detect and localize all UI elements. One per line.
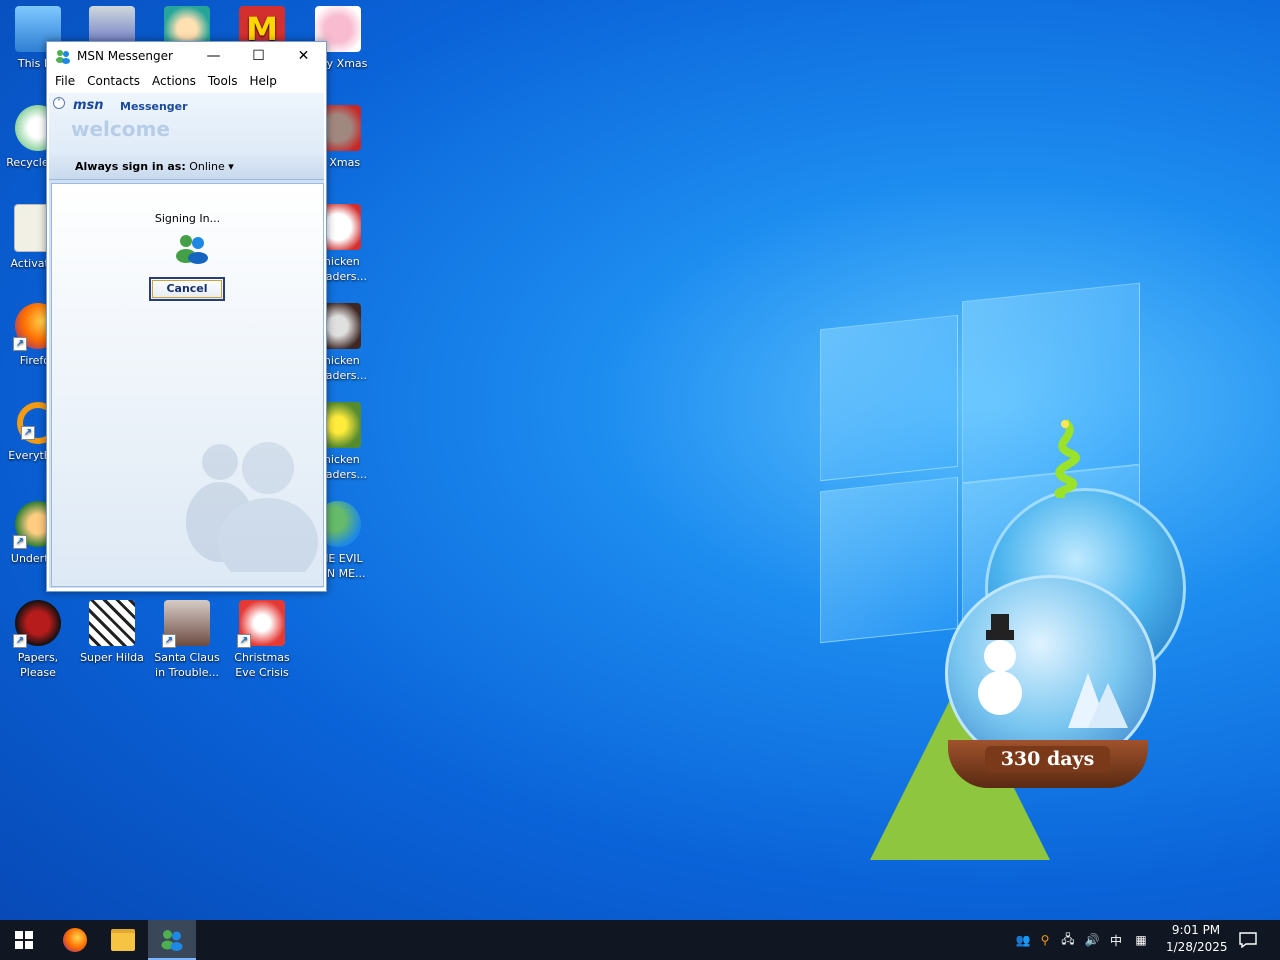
taskbar-msn-messenger[interactable]: [148, 920, 196, 960]
folder-icon: [111, 929, 135, 951]
menu-bar: File Contacts Actions Tools Help: [47, 70, 326, 92]
maximize-button[interactable]: ☐: [236, 42, 281, 70]
windows-start-icon: [15, 931, 33, 949]
taskbar-firefox[interactable]: [51, 920, 99, 960]
sign-in-panel: Signing In... Cancel: [51, 183, 324, 587]
collapse-icon[interactable]: ˄: [53, 97, 65, 109]
clock[interactable]: 9:01 PM 1/28/2025: [1166, 922, 1228, 956]
clock-time: 9:01 PM: [1171, 923, 1221, 937]
msn-watermark-icon: [186, 442, 318, 572]
ime-mode-icon[interactable]: ▦: [1128, 933, 1154, 947]
welcome-text: welcome: [71, 117, 170, 141]
menu-actions[interactable]: Actions: [146, 74, 202, 88]
menu-tools[interactable]: Tools: [202, 74, 244, 88]
spiral-tree-decoration: [1054, 418, 1080, 498]
messenger-brand: Messenger: [120, 100, 188, 113]
desktop-icon-santa-claus[interactable]: ↗ Santa Claus in Trouble...: [149, 600, 225, 680]
menu-file[interactable]: File: [49, 74, 81, 88]
msn-buddies-icon: [176, 235, 208, 264]
volume-icon[interactable]: 🔊: [1080, 933, 1104, 947]
cancel-button[interactable]: Cancel: [149, 277, 225, 301]
action-center-button[interactable]: [1224, 920, 1272, 960]
minimize-button[interactable]: —: [191, 42, 236, 70]
christmas-eve-crisis-icon: ↗: [237, 600, 285, 648]
msn-buddy-icon: [161, 930, 183, 951]
status-dropdown[interactable]: Online ▾: [189, 160, 234, 173]
network-icon[interactable]: 🖧: [1056, 930, 1080, 951]
santa-claus-icon: ↗: [162, 600, 210, 648]
system-tray: 👥 ⚲ 🖧 🔊 中 ▦: [1012, 920, 1154, 960]
close-button[interactable]: ✕: [281, 42, 326, 70]
desktop-icon-super-hilda[interactable]: Super Hilda: [74, 600, 150, 665]
window-title: MSN Messenger: [77, 49, 173, 63]
msn-logo: msn: [73, 98, 104, 113]
papers-please-icon: ↗: [13, 600, 61, 648]
chevron-down-icon: ▾: [228, 160, 234, 173]
messenger-content: ˄ msn Messenger welcome Always sign in a…: [49, 93, 324, 588]
msn-messenger-window[interactable]: MSN Messenger — ☐ ✕ File Contacts Action…: [46, 41, 327, 592]
notification-icon: [1239, 932, 1257, 948]
messenger-header: ˄ msn Messenger welcome Always sign in a…: [49, 93, 324, 180]
status-value: Online: [189, 160, 225, 173]
super-hilda-icon: [89, 600, 135, 646]
menu-contacts[interactable]: Contacts: [81, 74, 146, 88]
taskbar: 👥 ⚲ 🖧 🔊 中 ▦ 9:01 PM 1/28/2025: [0, 920, 1280, 960]
desktop-icon-papers-please[interactable]: ↗ Papers, Please: [0, 600, 76, 680]
sign-in-status-bar: Always sign in as: Online ▾: [49, 155, 324, 179]
menu-help[interactable]: Help: [243, 74, 282, 88]
taskbar-file-explorer[interactable]: [99, 920, 147, 960]
ime-indicator[interactable]: 中: [1104, 932, 1128, 949]
start-button[interactable]: [0, 920, 48, 960]
desktop-icon-christmas-eve-crisis[interactable]: ↗ Christmas Eve Crisis: [224, 600, 300, 680]
clock-date: 1/28/2025: [1166, 940, 1228, 954]
firefox-icon: [63, 928, 87, 952]
days-counter: 330 days: [985, 746, 1110, 772]
tray-search-icon[interactable]: ⚲: [1034, 933, 1056, 947]
msn-buddy-icon: [56, 50, 70, 64]
tray-msn-icon[interactable]: 👥: [1012, 933, 1034, 947]
title-bar[interactable]: MSN Messenger — ☐ ✕: [47, 42, 326, 70]
sign-in-label: Always sign in as:: [75, 160, 186, 173]
signing-in-text: Signing In...: [154, 212, 221, 225]
